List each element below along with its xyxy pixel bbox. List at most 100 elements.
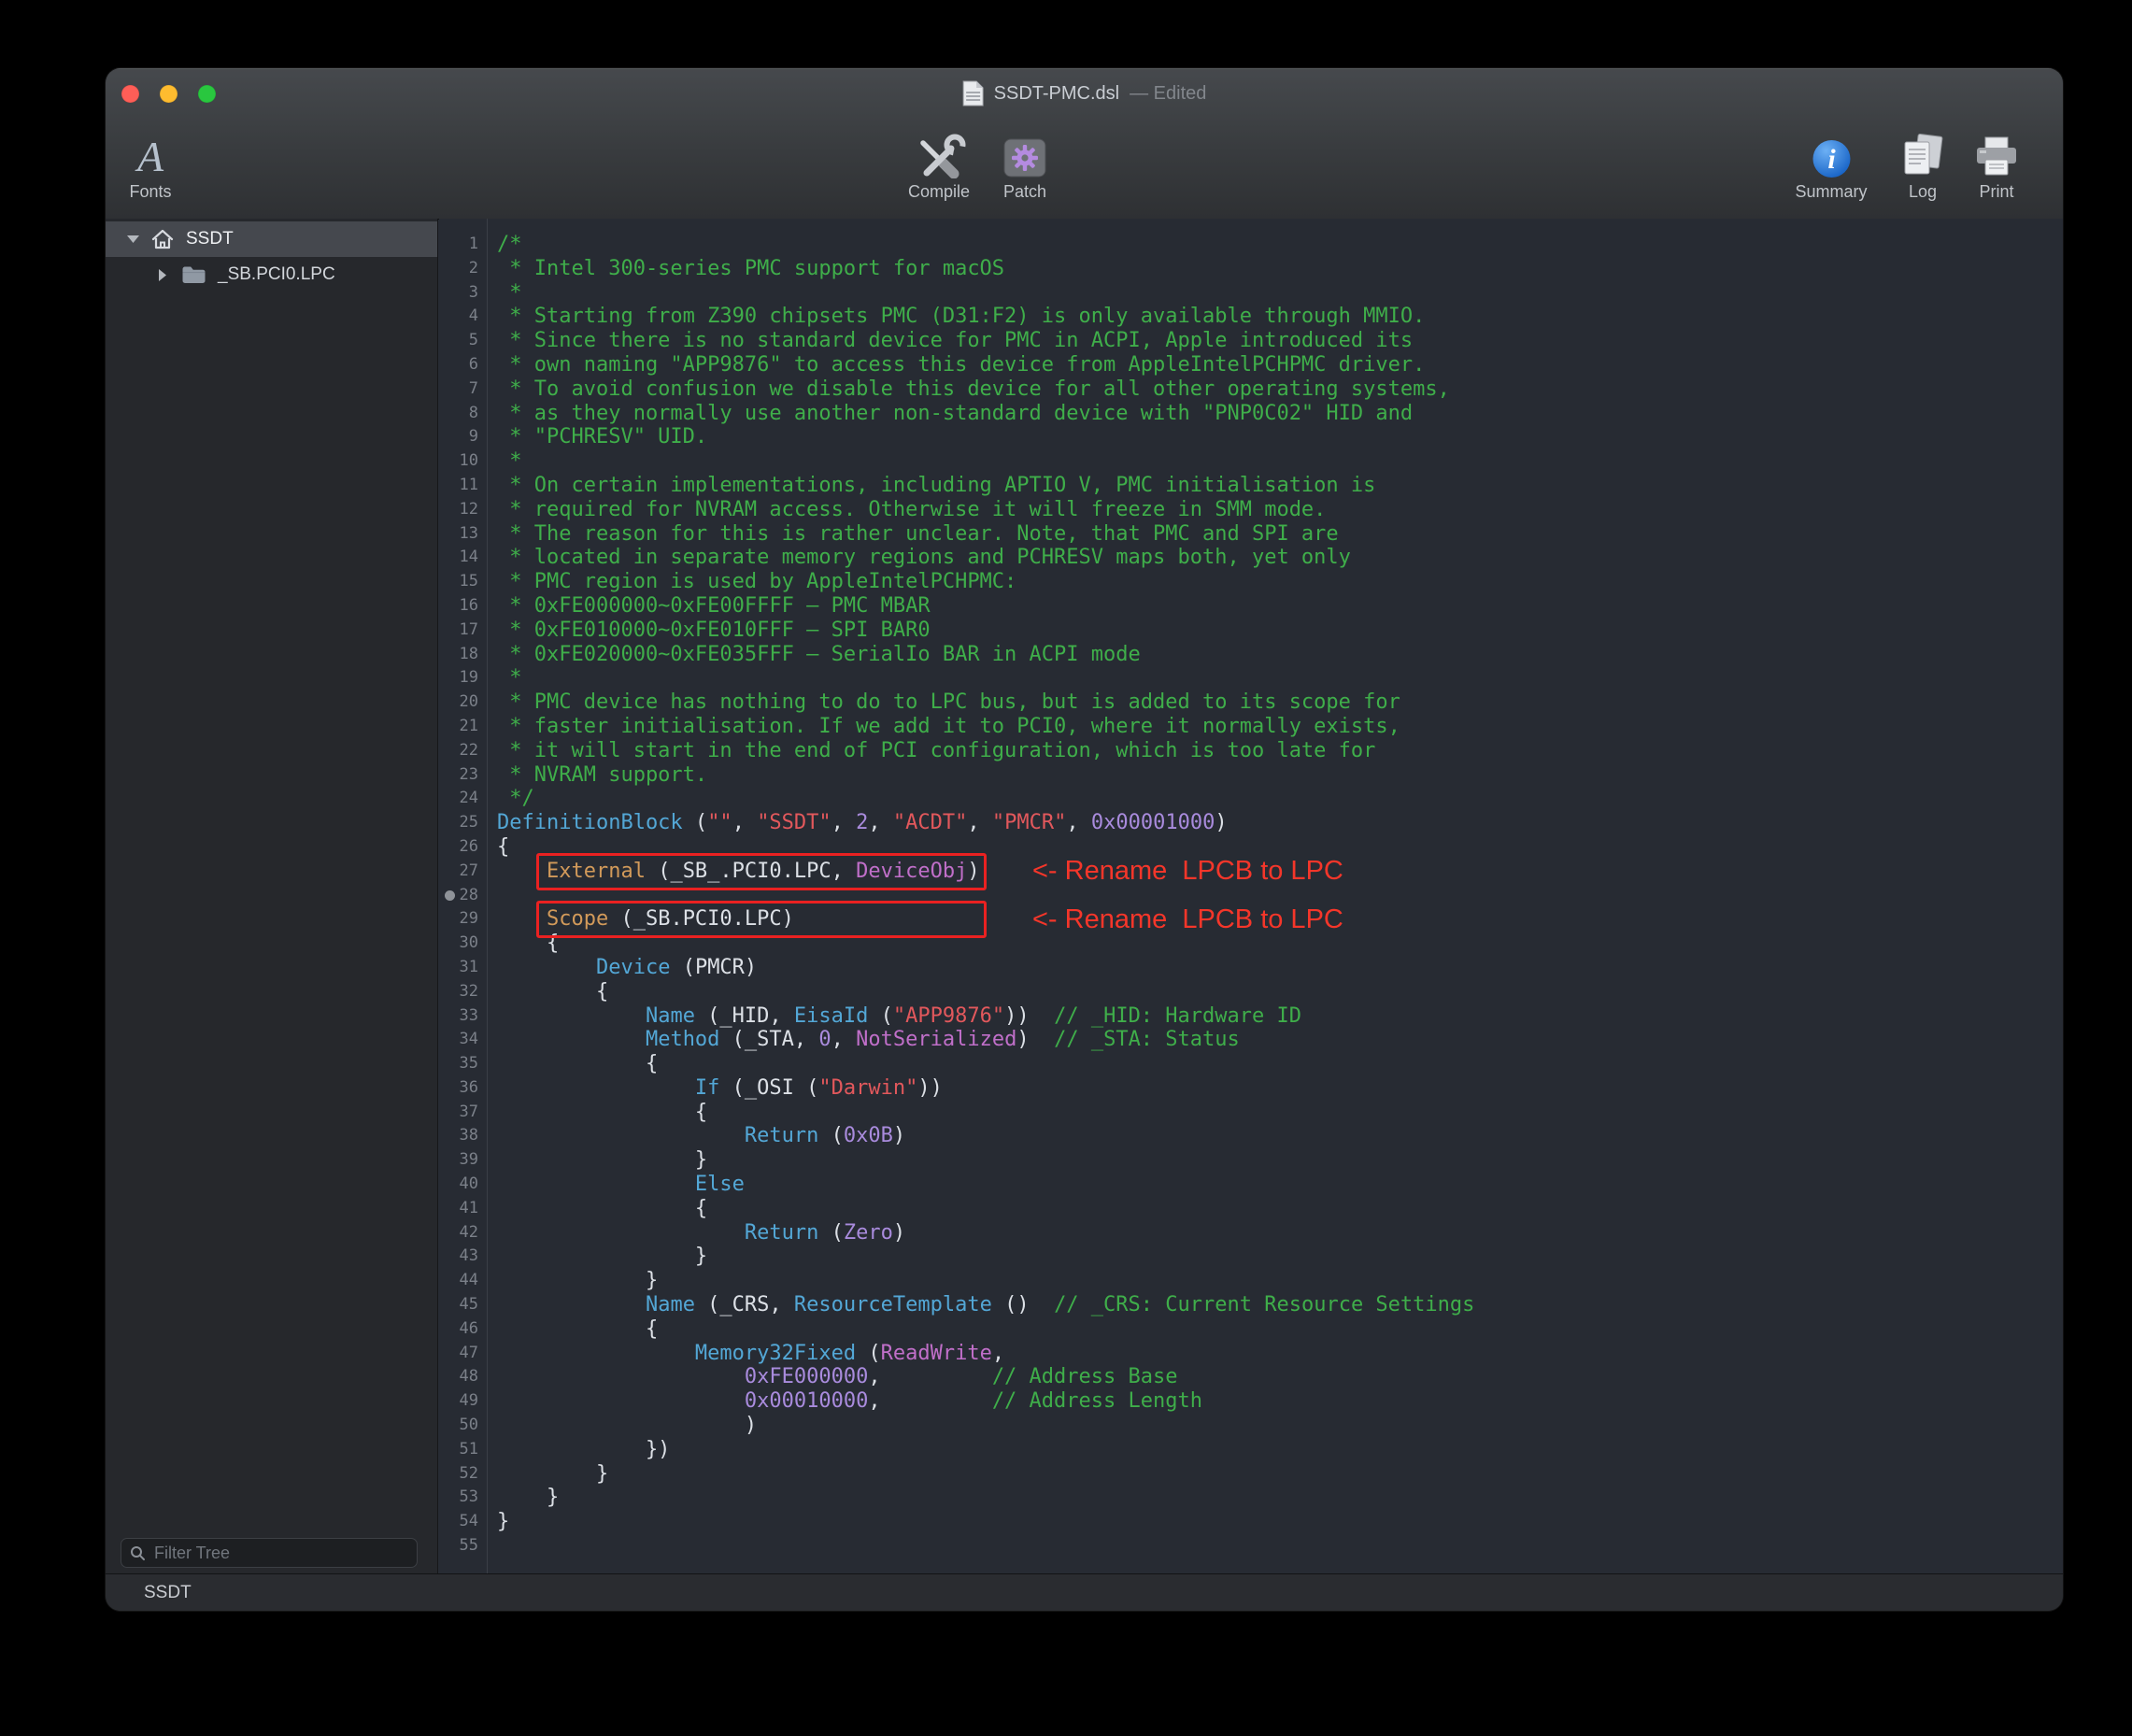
- code-editor[interactable]: 1234567891011121314151617181920212223242…: [439, 219, 2063, 1573]
- zoom-button[interactable]: [198, 85, 216, 103]
- code-line[interactable]: * faster initialisation. If we add it to…: [497, 715, 2063, 739]
- code-token: Return: [745, 1124, 818, 1147]
- code-token: (: [818, 1221, 844, 1245]
- code-line[interactable]: 0x00010000, // Address Length: [497, 1389, 2063, 1414]
- code-token: Name: [646, 1293, 695, 1316]
- line-number: 44: [439, 1269, 487, 1293]
- code-line[interactable]: }): [497, 1438, 2063, 1462]
- code-token: (_CRS,: [695, 1293, 794, 1316]
- code-line[interactable]: * Intel 300-series PMC support for macOS: [497, 257, 2063, 281]
- code-token: ,: [868, 1365, 991, 1388]
- code-line[interactable]: DefinitionBlock ("", "SSDT", 2, "ACDT", …: [497, 811, 2063, 835]
- code-line[interactable]: Memory32Fixed (ReadWrite,: [497, 1342, 2063, 1366]
- rename-highlight-box: [536, 901, 987, 938]
- code-token: *: [497, 281, 522, 305]
- code-line[interactable]: * Starting from Z390 chipsets PMC (D31:F…: [497, 305, 2063, 329]
- code-token: NotSerialized: [856, 1028, 1016, 1051]
- filter-tree-field[interactable]: [121, 1538, 418, 1568]
- code-line[interactable]: {: [497, 1197, 2063, 1221]
- line-number: 7: [439, 377, 487, 402]
- sidebar-item-lpc[interactable]: _SB.PCI0.LPC: [106, 257, 437, 292]
- code-line[interactable]: * To avoid confusion we disable this dev…: [497, 377, 2063, 402]
- code-line[interactable]: * PMC device has nothing to do to LPC bu…: [497, 690, 2063, 715]
- code-line[interactable]: Else: [497, 1173, 2063, 1197]
- code-line[interactable]: * as they normally use another non-stand…: [497, 402, 2063, 426]
- code-line[interactable]: * NVRAM support.: [497, 763, 2063, 788]
- code-line[interactable]: }: [497, 1462, 2063, 1487]
- code-line[interactable]: }: [497, 1245, 2063, 1269]
- sidebar-item-ssdt[interactable]: SSDT: [106, 221, 437, 257]
- code-line[interactable]: Return (Zero): [497, 1221, 2063, 1245]
- line-number: 16: [439, 594, 487, 619]
- line-number: 5: [439, 329, 487, 353]
- code-line[interactable]: Name (_HID, EisaId ("APP9876")) // _HID:…: [497, 1004, 2063, 1029]
- code-line[interactable]: */: [497, 787, 2063, 811]
- code-line[interactable]: }: [497, 1510, 2063, 1534]
- line-number: 45: [439, 1293, 487, 1317]
- code-line[interactable]: * required for NVRAM access. Otherwise i…: [497, 498, 2063, 522]
- code-line[interactable]: * The reason for this is rather unclear.…: [497, 522, 2063, 547]
- status-bar: SSDT: [106, 1573, 2063, 1611]
- code-line[interactable]: {: [497, 1317, 2063, 1342]
- code-line[interactable]: * 0xFE000000~0xFE00FFFF — PMC MBAR: [497, 594, 2063, 619]
- code-line[interactable]: {: [497, 980, 2063, 1004]
- svg-text:i: i: [1827, 144, 1836, 175]
- toolbar-log-button[interactable]: Log: [1900, 121, 1945, 202]
- code-line[interactable]: *: [497, 281, 2063, 306]
- code-line[interactable]: 0xFE000000, // Address Base: [497, 1365, 2063, 1389]
- toolbar-fonts-button[interactable]: A Fonts: [129, 121, 171, 202]
- line-number: 40: [439, 1173, 487, 1197]
- code-line[interactable]: Return (0x0B): [497, 1124, 2063, 1148]
- line-number: 54: [439, 1510, 487, 1534]
- code-line[interactable]: * On certain implementations, including …: [497, 474, 2063, 498]
- disclosure-down-icon[interactable]: [127, 235, 140, 244]
- code-line[interactable]: * located in separate memory regions and…: [497, 546, 2063, 570]
- code-area[interactable]: /* * Intel 300-series PMC support for ma…: [497, 219, 2063, 1573]
- code-line[interactable]: *: [497, 666, 2063, 690]
- code-token: (_STA,: [719, 1028, 818, 1051]
- code-line[interactable]: *: [497, 449, 2063, 474]
- toolbar-compile-button[interactable]: Compile: [908, 121, 970, 202]
- code-line[interactable]: * 0xFE020000~0xFE035FFF — SerialIo BAR i…: [497, 643, 2063, 667]
- maciasl-window: SSDT-PMC.dsl — Edited A Fonts Compile: [106, 68, 2063, 1611]
- code-line[interactable]: Device (PMCR): [497, 956, 2063, 980]
- code-token: (: [818, 1124, 844, 1147]
- code-line[interactable]: * own naming "APP9876" to access this de…: [497, 353, 2063, 377]
- code-line[interactable]: {: [497, 1101, 2063, 1125]
- line-number: 11: [439, 474, 487, 498]
- code-line[interactable]: ): [497, 1414, 2063, 1438]
- code-line[interactable]: * 0xFE010000~0xFE010FFF — SPI BAR0: [497, 619, 2063, 643]
- code-line[interactable]: * "PCHRESV" UID.: [497, 425, 2063, 449]
- code-line[interactable]: {: [497, 1052, 2063, 1076]
- gutter-marker-dot[interactable]: [445, 890, 455, 901]
- code-line[interactable]: * PMC region is used by AppleIntelPCHPMC…: [497, 570, 2063, 594]
- code-line[interactable]: }: [497, 1148, 2063, 1173]
- code-line[interactable]: If (_OSI ("Darwin")): [497, 1076, 2063, 1101]
- code-token: 2: [856, 811, 868, 834]
- sidebar-tree: SSDT _SB.PCI0.LPC: [106, 219, 438, 1573]
- line-number: 52: [439, 1462, 487, 1487]
- status-path: SSDT: [144, 1583, 192, 1603]
- disclosure-right-icon[interactable]: [158, 269, 171, 281]
- code-line[interactable]: /*: [497, 233, 2063, 257]
- search-icon: [130, 1545, 146, 1561]
- close-button[interactable]: [121, 85, 139, 103]
- code-line[interactable]: }: [497, 1269, 2063, 1293]
- code-token: }): [497, 1438, 670, 1461]
- code-line[interactable]: }: [497, 1486, 2063, 1510]
- code-line[interactable]: Method (_STA, 0, NotSerialized) // _STA:…: [497, 1028, 2063, 1052]
- code-token: "SSDT": [757, 811, 831, 834]
- toolbar-patch-button[interactable]: Patch: [1003, 121, 1046, 202]
- code-token: {: [497, 980, 608, 1003]
- rename-annotation: <- Rename LPCB to LPC: [1032, 856, 1343, 888]
- code-line[interactable]: * it will start in the end of PCI config…: [497, 739, 2063, 763]
- code-line[interactable]: [497, 1534, 2063, 1558]
- filter-tree-input[interactable]: [152, 1543, 408, 1564]
- toolbar-print-button[interactable]: Print: [1973, 121, 2020, 202]
- traffic-lights: [121, 85, 216, 103]
- toolbar-compile-label: Compile: [908, 182, 970, 202]
- code-line[interactable]: Name (_CRS, ResourceTemplate () // _CRS:…: [497, 1293, 2063, 1317]
- minimize-button[interactable]: [160, 85, 178, 103]
- code-line[interactable]: * Since there is no standard device for …: [497, 329, 2063, 353]
- toolbar-summary-button[interactable]: i Summary: [1795, 121, 1867, 202]
